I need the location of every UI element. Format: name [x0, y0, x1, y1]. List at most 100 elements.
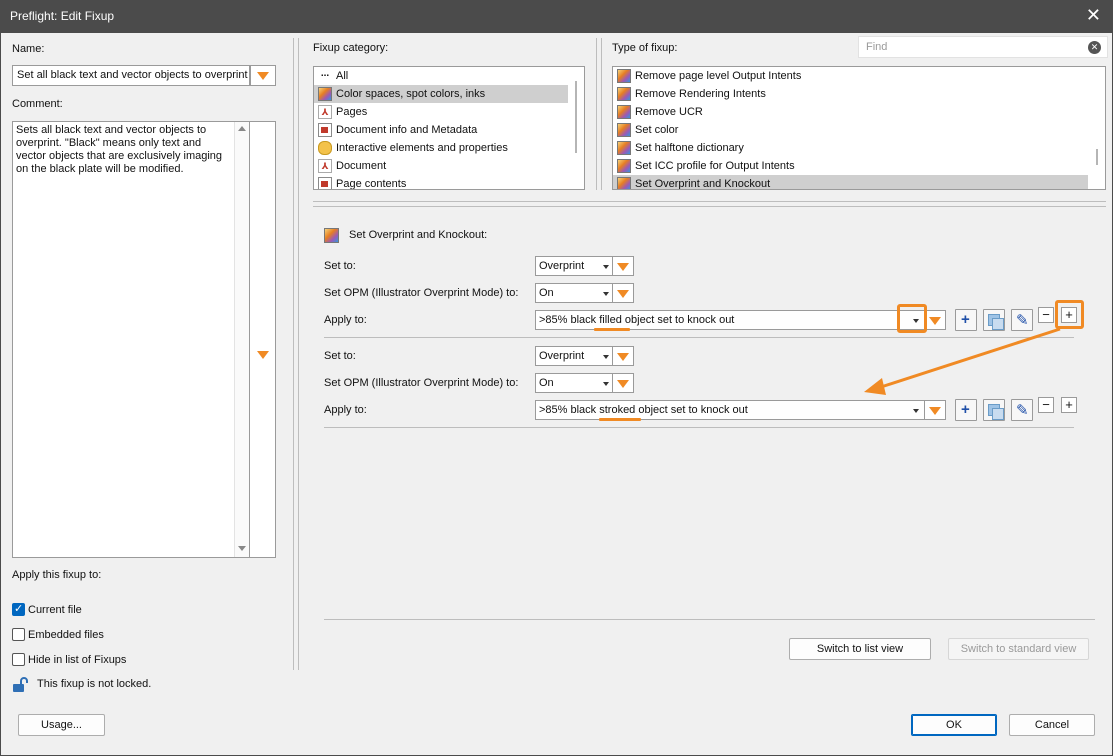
- list-item-label: Color spaces, spot colors, inks: [336, 88, 486, 100]
- apply-to-value: >85% black stroked object set to knock o…: [539, 404, 748, 416]
- ok-button[interactable]: OK: [911, 714, 997, 736]
- scroll-up-icon[interactable]: [238, 126, 246, 131]
- list-item[interactable]: Set ICC profile for Output Intents: [613, 157, 1088, 175]
- apply-to-select[interactable]: >85% black stroked object set to knock o…: [535, 400, 926, 420]
- apply-to-label: Apply to:: [324, 314, 367, 326]
- comment-textarea[interactable]: Sets all black text and vector objects t…: [16, 124, 234, 176]
- comment-bubble-icon: [318, 141, 332, 155]
- fixup-category-label: Fixup category:: [313, 42, 389, 54]
- document-info-icon: [318, 123, 332, 137]
- list-item-label: Set Overprint and Knockout: [635, 178, 771, 190]
- hide-in-list-checkbox[interactable]: [12, 653, 25, 666]
- opm-menu-button[interactable]: [612, 283, 634, 303]
- pdf-icon: ⅄: [318, 159, 332, 173]
- embedded-files-label: Embedded files: [28, 629, 104, 641]
- list-item[interactable]: Set halftone dictionary: [613, 139, 1088, 157]
- divider: [324, 427, 1074, 428]
- apply-to-menu-button[interactable]: [924, 400, 946, 420]
- chevron-down-icon: [603, 382, 609, 386]
- divider: [601, 38, 602, 190]
- list-item-label: Remove Rendering Intents: [635, 88, 766, 100]
- list-item[interactable]: ... All: [314, 67, 568, 85]
- window-title: Preflight: Edit Fixup: [10, 9, 115, 23]
- fixup-icon: [617, 177, 631, 189]
- scroll-down-icon[interactable]: [238, 546, 246, 551]
- divider: [313, 206, 1106, 207]
- opm-select[interactable]: On: [535, 373, 614, 393]
- chevron-down-icon: [617, 290, 629, 298]
- name-label: Name:: [12, 43, 45, 55]
- list-item-label: Document info and Metadata: [336, 124, 478, 136]
- switch-standard-view-button[interactable]: Switch to standard view: [948, 638, 1089, 660]
- list-item[interactable]: Remove UCR: [613, 103, 1088, 121]
- list-item[interactable]: Color spaces, spot colors, inks: [314, 85, 568, 103]
- chevron-down-icon: [603, 355, 609, 359]
- add-condition-button[interactable]: [955, 399, 977, 421]
- find-placeholder: Find: [866, 41, 888, 53]
- set-to-value: Overprint: [539, 350, 585, 362]
- list-item[interactable]: Page contents: [314, 175, 568, 189]
- close-icon[interactable]: ✕: [1086, 5, 1101, 25]
- list-item[interactable]: ⅄ Pages: [314, 103, 568, 121]
- chevron-down-icon: [257, 351, 269, 359]
- cancel-button[interactable]: Cancel: [1009, 714, 1095, 736]
- fixup-icon: [617, 87, 631, 101]
- chevron-down-icon: [617, 263, 629, 271]
- fixup-icon: [617, 105, 631, 119]
- page-contents-icon: [318, 177, 332, 189]
- fixup-category-list[interactable]: ... All Color spaces, spot colors, inks …: [313, 66, 585, 190]
- list-item[interactable]: Set color: [613, 121, 1088, 139]
- section-heading: Set Overprint and Knockout:: [349, 229, 488, 241]
- scrollbar-thumb[interactable]: [575, 81, 577, 153]
- opm-menu-button[interactable]: [612, 373, 634, 393]
- switch-list-view-button[interactable]: Switch to list view: [789, 638, 931, 660]
- unlock-icon: [12, 677, 28, 693]
- comment-dropdown-button[interactable]: [249, 122, 275, 557]
- set-to-select[interactable]: Overprint: [535, 256, 614, 276]
- comment-scrollbar[interactable]: [234, 122, 249, 557]
- embedded-files-checkbox[interactable]: [12, 628, 25, 641]
- list-item[interactable]: ⅄ Document: [314, 157, 568, 175]
- list-item[interactable]: Remove page level Output Intents: [613, 67, 1088, 85]
- chevron-down-icon: [603, 265, 609, 269]
- name-input[interactable]: Set all black text and vector objects to…: [12, 65, 250, 86]
- opm-select[interactable]: On: [535, 283, 614, 303]
- opm-label: Set OPM (Illustrator Overprint Mode) to:: [324, 287, 519, 299]
- color-spaces-icon: [318, 87, 332, 101]
- lock-status-text: This fixup is not locked.: [37, 678, 152, 690]
- current-file-label: Current file: [28, 604, 82, 616]
- list-item-label: Remove UCR: [635, 106, 703, 118]
- list-item-label: Pages: [336, 106, 368, 118]
- divider: [293, 38, 294, 670]
- edit-button[interactable]: [1011, 399, 1033, 421]
- usage-button[interactable]: Usage...: [18, 714, 105, 736]
- fixup-icon: [617, 159, 631, 173]
- list-item-label: Document: [336, 160, 387, 172]
- find-input[interactable]: Find ✕: [858, 36, 1108, 58]
- chevron-down-icon: [929, 407, 941, 415]
- list-item[interactable]: Document info and Metadata: [314, 121, 568, 139]
- apply-to-label: Apply to:: [324, 404, 367, 416]
- current-file-checkbox[interactable]: [12, 602, 25, 616]
- list-item[interactable]: Interactive elements and properties: [314, 139, 568, 157]
- name-dropdown-button[interactable]: [250, 65, 276, 86]
- list-item[interactable]: Remove Rendering Intents: [613, 85, 1088, 103]
- duplicate-button[interactable]: [983, 399, 1005, 421]
- divider: [313, 201, 1106, 202]
- chevron-down-icon: [257, 72, 269, 80]
- set-to-menu-button[interactable]: [612, 346, 634, 366]
- scrollbar-thumb[interactable]: [1096, 149, 1098, 165]
- clear-icon[interactable]: ✕: [1088, 41, 1101, 54]
- fixup-icon: [617, 123, 631, 137]
- set-to-menu-button[interactable]: [612, 256, 634, 276]
- set-to-value: Overprint: [539, 260, 585, 272]
- type-of-fixup-list[interactable]: Remove page level Output Intents Remove …: [612, 66, 1106, 190]
- comment-label: Comment:: [12, 98, 63, 110]
- pdf-icon: ⅄: [318, 105, 332, 119]
- opm-label: Set OPM (Illustrator Overprint Mode) to:: [324, 377, 519, 389]
- list-item[interactable]: Set Overprint and Knockout: [613, 175, 1088, 190]
- list-item-label: Set color: [635, 124, 679, 136]
- set-to-select[interactable]: Overprint: [535, 346, 614, 366]
- set-to-label: Set to:: [324, 350, 356, 362]
- list-item-label: Set halftone dictionary: [635, 142, 744, 154]
